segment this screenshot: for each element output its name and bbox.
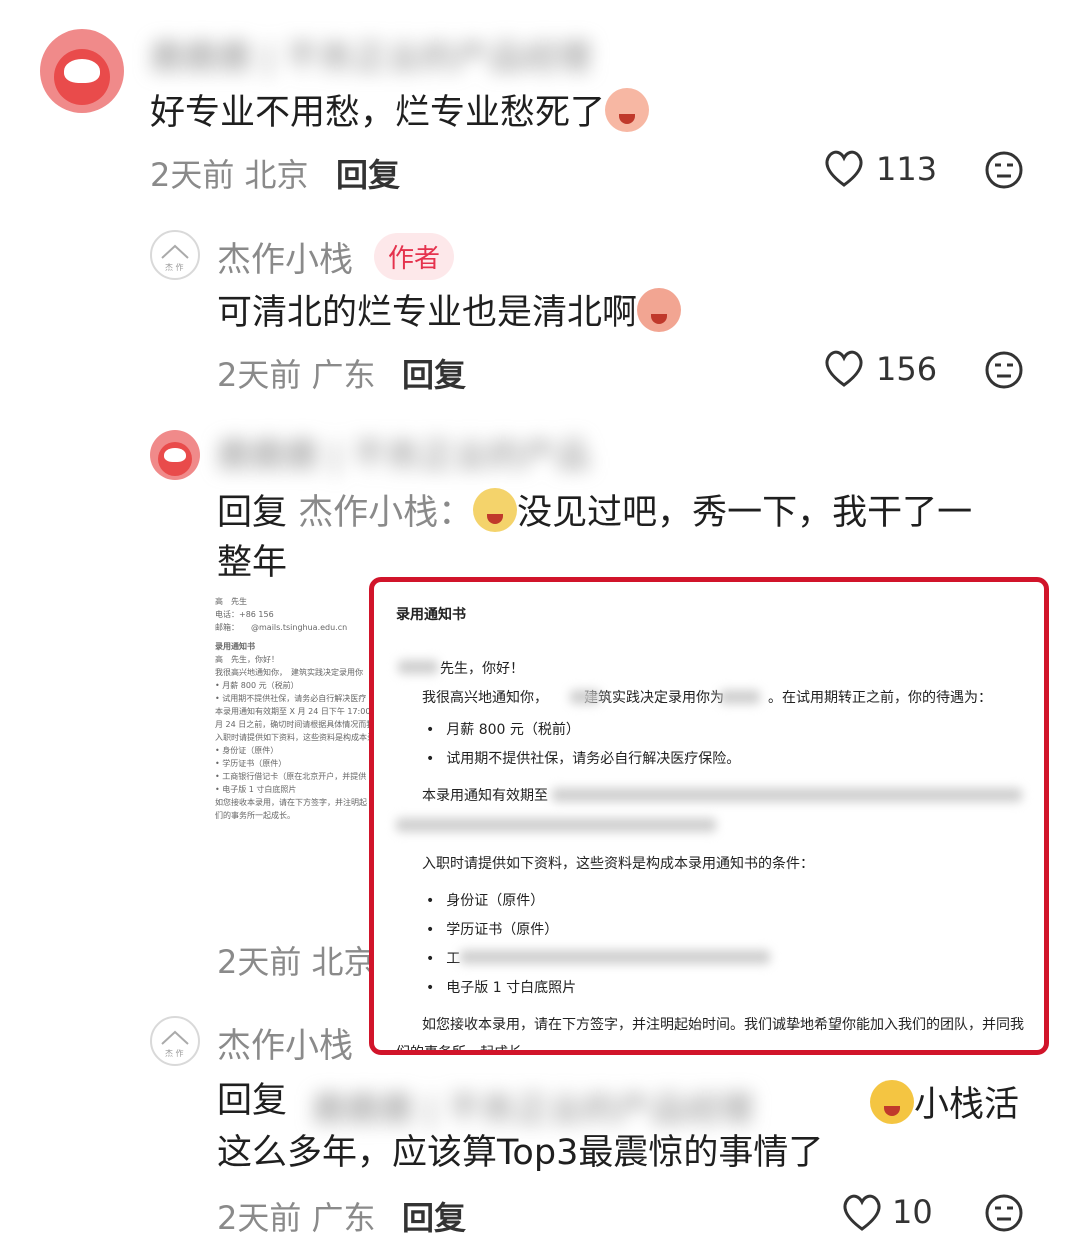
crying-emoji-icon — [605, 88, 650, 132]
offer-closing-cont: 们的事务所一起成长。 — [396, 1045, 536, 1055]
dislike-face-icon[interactable] — [984, 150, 1024, 190]
offer-intro-c: 。在试用期转正之前，你的待遇为： — [768, 690, 992, 706]
time-label: 2天前 — [150, 156, 235, 194]
doc-line: 月 24 日之前，确切时间请根据具体情况而我们商 — [215, 720, 373, 729]
commenter-nickname[interactable]: 鹿鹿鹿 | 不务正业的产品 — [217, 428, 590, 477]
comment-body: 没见过吧，秀一下，我干了一 — [517, 493, 973, 533]
comment-time: 2天前 广东 — [217, 1193, 376, 1239]
location-label: 广东 — [311, 356, 376, 394]
time-label: 2天前 — [217, 1199, 302, 1237]
author-nickname[interactable]: 杰作小栈 — [217, 232, 353, 281]
doc-line: 本录用通知有效期至 X 月 24 日下午 17:00 — [215, 707, 371, 716]
like-count: 10 — [892, 1193, 933, 1231]
time-label: 2天前 — [217, 356, 302, 394]
svg-text:杰 作: 杰 作 — [165, 262, 184, 272]
offer-salary: 月薪 800 元（税前） — [426, 719, 580, 739]
offer-intro-b: 建筑实践决定录用你为 — [584, 690, 724, 706]
offer-item-bank: 工 — [426, 948, 460, 968]
offer-closing: 如您接收本录用，请在下方签字，并注明起始时间。我们诚挚地希望你能加入我们的团队，… — [422, 1017, 1024, 1033]
dislike-face-icon[interactable] — [984, 1193, 1024, 1233]
offer-letter-zoom: 录用通知书 先生，你好！ 我很高兴地通知你， 建筑实践决定录用你为 。在试用期转正之… — [369, 577, 1049, 1055]
doc-line: 如您接收本录用，请在下方签字，并注明起 — [215, 798, 367, 807]
redacted-block — [552, 788, 1022, 802]
shocked-emoji-icon — [637, 288, 682, 332]
doc-line: • 身份证（原件） — [215, 746, 279, 755]
reply-button[interactable]: 回复 — [336, 150, 400, 196]
commenter-nickname[interactable]: 鹿鹿鹿 | 不务正业的产品经理 — [150, 30, 591, 79]
comment-body: 小栈活 — [914, 1085, 1020, 1125]
like-count: 156 — [876, 350, 938, 388]
doc-line: • 电子版 1 寸白底照片 — [215, 785, 297, 794]
screaming-emoji-icon — [870, 1080, 914, 1124]
offer-insurance: 试用期不提供社保，请务必自行解决医疗保险。 — [426, 748, 740, 768]
doc-line: 高 先生，你好！ — [215, 655, 279, 664]
reply-button[interactable]: 回复 — [402, 350, 466, 396]
author-avatar[interactable]: 杰 作 — [150, 230, 200, 280]
comment-time: 2天前 北京 — [150, 150, 309, 196]
reply-target[interactable]: 杰作小栈： — [298, 493, 473, 533]
redacted-block — [398, 660, 438, 674]
comment-body: 可清北的烂专业也是清北啊 — [217, 293, 638, 333]
like-heart-icon[interactable] — [840, 1192, 884, 1232]
author-badge: 作者 — [374, 233, 455, 280]
offer-validity: 本录用通知有效期至 — [422, 788, 548, 804]
author-nickname[interactable]: 杰作小栈 — [217, 1018, 353, 1067]
redacted-block — [570, 690, 600, 704]
doc-line: • 学历证书（原件） — [215, 759, 287, 768]
comment-text: 小栈活 — [870, 1080, 1019, 1126]
commenter-avatar[interactable] — [40, 29, 124, 113]
reply-prefix: 回复 — [217, 1081, 288, 1121]
redacted-block — [460, 950, 770, 964]
time-label: 2天前 — [217, 943, 302, 981]
comment-text: 可清北的烂专业也是清北啊 — [217, 288, 682, 334]
offer-item-photo: 电子版 1 寸白底照片 — [426, 977, 576, 997]
comment-time: 2天前 广东 — [217, 350, 376, 396]
reply-prefix: 回复 — [217, 493, 288, 533]
doc-line: • 试用期不提供社保，请务必自行解决医疗 — [215, 694, 367, 703]
offer-title: 录用通知书 — [396, 607, 466, 623]
author-avatar[interactable]: 杰 作 — [150, 1016, 200, 1066]
comment-time: 2天前 北京 — [217, 937, 376, 983]
reply-button[interactable]: 回复 — [402, 1193, 466, 1239]
doc-line: • 工商银行借记卡（原在北京开户，并提供 — [215, 772, 367, 781]
comment-text: 回复 杰作小栈： 没见过吧，秀一下，我干了一 整年 — [217, 488, 972, 588]
doc-line: 电话：+86 156 — [215, 610, 274, 619]
offer-materials-intro: 入职时请提供如下资料，这些资料是构成本录用通知书的条件： — [422, 856, 814, 872]
redacted-block — [720, 690, 760, 704]
dislike-face-icon[interactable] — [984, 350, 1024, 390]
location-label: 北京 — [311, 943, 376, 981]
comment-body: 好专业不用愁，烂专业愁死了 — [150, 93, 606, 133]
reply-target[interactable]: 鹿鹿鹿 | 不务正业的产品经理 — [312, 1082, 753, 1131]
doc-line: 邮箱： @mails.tsinghua.edu.cn — [215, 623, 348, 632]
doc-line: 入职时请提供如下资料，这些资料是构成本录 — [215, 733, 373, 742]
like-heart-icon[interactable] — [822, 348, 866, 388]
smug-emoji-icon — [473, 488, 518, 532]
offer-intro-a: 我很高兴地通知你， — [422, 690, 548, 706]
svg-text:杰 作: 杰 作 — [165, 1048, 184, 1058]
offer-item-diploma: 学历证书（原件） — [426, 919, 558, 939]
like-count: 113 — [876, 150, 938, 188]
commenter-avatar[interactable] — [150, 430, 200, 480]
doc-line: 高 先生 — [215, 597, 247, 606]
offer-greeting: 先生，你好！ — [440, 661, 524, 677]
location-label: 北京 — [244, 156, 309, 194]
comment-text: 好专业不用愁，烂专业愁死了 — [150, 88, 650, 134]
doc-line: 我很高兴地通知你， 建筑实践决定录用你 — [215, 668, 363, 677]
doc-line: • 月薪 800 元（税前） — [215, 681, 299, 690]
location-label: 广东 — [311, 1199, 376, 1237]
offer-intro: 我很高兴地通知你， 建筑实践决定录用你为 。在试用期转正之前，你的待遇为： — [422, 687, 992, 707]
redacted-block — [396, 818, 716, 832]
comment-body-cont: 整年 — [217, 543, 288, 583]
doc-line: 录用通知书 — [215, 642, 255, 651]
offer-item-id: 身份证（原件） — [426, 890, 544, 910]
like-heart-icon[interactable] — [822, 148, 866, 188]
attached-image-thumbnail[interactable]: 高 先生 电话：+86 156 邮箱： @mails.tsinghua.edu.… — [215, 595, 373, 905]
comment-body-cont: 这么多年，应该算Top3最震惊的事情了 — [217, 1133, 824, 1173]
doc-line: 们的事务所一起成长。 — [215, 811, 295, 820]
